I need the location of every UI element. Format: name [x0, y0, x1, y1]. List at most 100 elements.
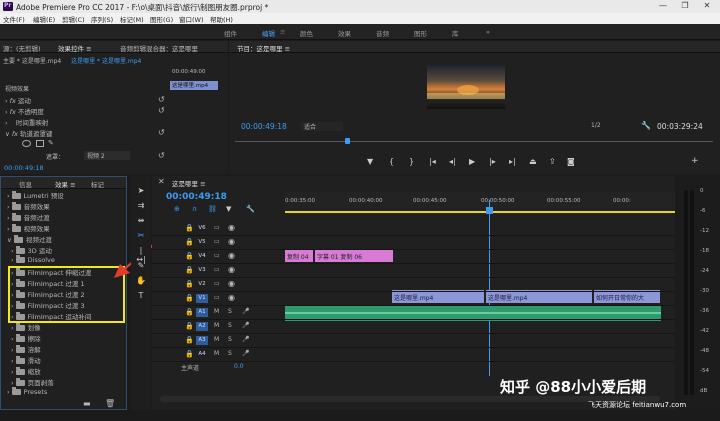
mic-icon[interactable]: 🎤 — [242, 336, 249, 343]
type-tool-icon[interactable]: T — [136, 291, 146, 301]
tab-effect-controls[interactable]: 效果控件 ≡ — [58, 43, 92, 53]
lock-icon[interactable]: 🔒 — [185, 336, 194, 344]
menu-sequence[interactable]: 序列(S) — [91, 14, 113, 24]
solo-icon[interactable]: S — [228, 336, 232, 343]
solo-icon[interactable]: S — [228, 308, 232, 315]
fit-select[interactable]: 适合 — [301, 122, 343, 131]
pen-mask-icon[interactable]: ✎ — [48, 139, 54, 147]
timeline-timecode[interactable]: 00:00:49:18 — [166, 192, 227, 202]
ripple-edit-tool-icon[interactable]: ⇹ — [136, 216, 146, 226]
lift-icon[interactable]: ⏏ — [529, 157, 537, 166]
sync-lock-icon[interactable]: ▭ — [214, 224, 220, 231]
add-marker-icon[interactable]: ▼ — [226, 205, 231, 213]
reset-icon[interactable]: ↺ — [158, 106, 165, 115]
effects-list-item[interactable]: › 视频效果 — [7, 223, 50, 234]
workspace-libraries[interactable]: 库 — [452, 28, 459, 38]
step-forward-icon[interactable]: |▸ — [489, 157, 496, 166]
add-button-icon[interactable]: + — [691, 156, 699, 166]
track-label[interactable]: A3 — [196, 336, 208, 345]
mini-clip[interactable]: 这是哪里.mp4 — [170, 81, 218, 90]
linked-select-icon[interactable]: ⛓ — [208, 205, 217, 213]
maximize-button[interactable]: ❐ — [674, 1, 696, 12]
track-label[interactable]: V4 — [196, 252, 208, 261]
program-scrub-bar[interactable] — [235, 141, 713, 142]
sync-lock-icon[interactable]: ▭ — [214, 266, 220, 273]
resolution-select[interactable]: 1/2 — [591, 122, 601, 129]
workspace-editing[interactable]: 编辑 — [262, 28, 275, 38]
workspace-graphics[interactable]: 图形 — [414, 28, 427, 38]
go-to-out-icon[interactable]: ▸| — [509, 157, 516, 166]
snap-icon[interactable]: ∩ — [192, 205, 197, 213]
chevron-icon[interactable]: › — [7, 388, 12, 396]
effects-list-item[interactable]: › Presets — [7, 387, 47, 399]
workspace-assembly[interactable]: 组件 — [224, 28, 237, 38]
fx-track-matte[interactable]: ∨ fx 轨道遮罩键 — [5, 128, 53, 139]
rect-mask-icon[interactable] — [36, 140, 44, 147]
new-bin-icon[interactable]: ▬ — [83, 399, 91, 408]
chevron-icon[interactable]: › — [11, 379, 16, 387]
tab-info[interactable]: 信息 — [19, 179, 32, 189]
matte-select[interactable]: 视频 2 — [84, 151, 130, 160]
eye-icon[interactable]: ◉ — [228, 237, 235, 246]
mic-icon[interactable]: 🎤 — [242, 308, 249, 315]
track-label[interactable]: V5 — [196, 238, 208, 247]
chevron-icon[interactable]: › — [11, 256, 16, 264]
chevron-icon[interactable]: ∨ — [7, 236, 14, 244]
nest-icon[interactable]: ⊕ — [174, 205, 180, 213]
track-label[interactable]: A2 — [196, 322, 208, 331]
program-monitor-title[interactable]: 节目：这是哪里 ≡ — [237, 43, 290, 53]
menu-file[interactable]: 文件(F) — [3, 14, 25, 24]
lock-icon[interactable]: 🔒 — [185, 266, 194, 274]
mute-icon[interactable]: M — [214, 322, 219, 329]
chevron-icon[interactable]: › — [7, 203, 12, 211]
eye-icon[interactable]: ◉ — [228, 279, 235, 288]
add-marker-icon[interactable]: ▼ — [367, 157, 373, 166]
pen-tool-icon[interactable]: ✎ — [136, 261, 146, 271]
lock-icon[interactable]: 🔒 — [185, 308, 194, 316]
sync-lock-icon[interactable]: ▭ — [214, 252, 220, 259]
mic-icon[interactable]: 🎤 — [242, 322, 249, 329]
program-playhead[interactable] — [345, 138, 350, 144]
effects-list-item[interactable]: › 音频效果 — [7, 201, 50, 212]
reset-icon[interactable]: ↺ — [158, 95, 165, 104]
time-ruler[interactable]: 0:00:35:00 00:00:40:00 00:00:45:00 00:00… — [285, 192, 675, 214]
menu-help[interactable]: 帮助(H) — [210, 14, 233, 24]
slip-tool-icon[interactable]: |↔| — [136, 246, 146, 264]
mute-icon[interactable]: M — [214, 350, 219, 357]
eye-icon[interactable]: ◉ — [228, 293, 235, 302]
ellipse-mask-icon[interactable] — [22, 140, 31, 147]
sequence-clip-label[interactable]: 这是哪里 * 这是哪里.mp4 — [71, 58, 141, 65]
lock-icon[interactable]: 🔒 — [185, 294, 194, 302]
chevron-icon[interactable]: › — [11, 368, 16, 376]
mic-icon[interactable]: 🎤 — [242, 350, 249, 357]
tab-effects[interactable]: 效果 ≡ — [55, 179, 76, 189]
sync-lock-icon[interactable]: ▭ — [214, 294, 220, 301]
selection-tool-icon[interactable]: ➤ — [136, 186, 146, 196]
menu-marker[interactable]: 标记(M) — [120, 14, 144, 24]
eye-icon[interactable]: ◉ — [228, 223, 235, 232]
program-timecode[interactable]: 00:00:49:18 — [241, 122, 287, 131]
track-label[interactable]: A4 — [196, 350, 208, 359]
chevron-icon[interactable]: › — [7, 192, 12, 200]
menu-graphics[interactable]: 图形(G) — [150, 14, 173, 24]
fx-opacity[interactable]: › fx 不透明度 — [5, 106, 44, 117]
trash-icon[interactable]: 🗑 — [105, 399, 115, 408]
fx-time-remap[interactable]: › 时间重映射 — [5, 117, 48, 128]
chevron-icon[interactable]: › — [11, 357, 16, 365]
workspace-color[interactable]: 颜色 — [300, 28, 313, 38]
close-button[interactable]: ✕ — [696, 1, 718, 12]
sync-lock-icon[interactable]: ▭ — [214, 280, 220, 287]
track-label[interactable]: A1 — [196, 308, 208, 317]
step-back-icon[interactable]: ◂| — [449, 157, 456, 166]
timeline-settings-icon[interactable]: 🔧 — [246, 205, 255, 213]
workspace-audio[interactable]: 音频 — [376, 28, 389, 38]
effects-list-item[interactable]: › 缩放 — [11, 366, 41, 377]
track-label[interactable]: V3 — [196, 266, 208, 275]
mark-out-icon[interactable]: } — [409, 157, 414, 166]
play-icon[interactable]: ▶ — [469, 157, 475, 166]
lock-icon[interactable]: 🔒 — [185, 280, 194, 288]
track-label[interactable]: V2 — [196, 280, 208, 289]
lock-icon[interactable]: 🔒 — [185, 350, 194, 358]
effects-list-item[interactable]: › 页面剥落 — [11, 377, 54, 388]
chevron-icon[interactable]: › — [11, 324, 16, 332]
